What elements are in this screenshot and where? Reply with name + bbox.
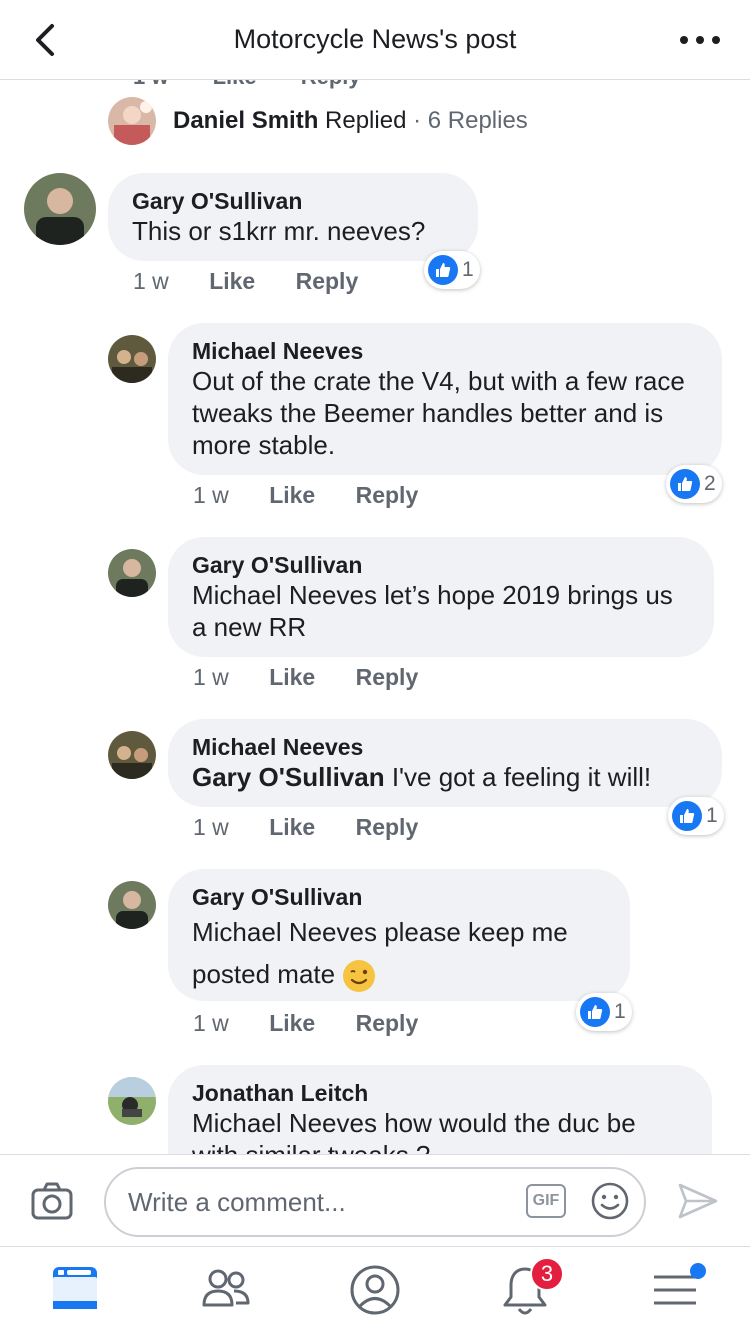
comment-author[interactable]: Jonathan Leitch (192, 1079, 688, 1107)
comment-text-body: Michael Neeves please keep me posted mat… (192, 917, 568, 989)
comment-bubble: Gary O'Sullivan Michael Neeves let’s hop… (168, 537, 714, 657)
profile-icon[interactable] (348, 1263, 404, 1319)
comment-bubble: Michael Neeves Out of the crate the V4, … (168, 323, 722, 475)
comment-actions: 1 w Like Reply (193, 1010, 452, 1037)
thumbs-up-icon (428, 255, 458, 285)
friends-icon[interactable] (198, 1263, 254, 1319)
comments-thread: 1 w Like Reply Daniel Smith Replied · 6 … (0, 80, 750, 1154)
comment-text: Michael Neeves please keep me posted mat… (192, 911, 606, 995)
avatar-michael-neeves[interactable] (108, 731, 156, 779)
like-button[interactable]: Like (269, 1010, 315, 1036)
reply-button[interactable]: Reply (356, 1010, 419, 1036)
previous-comment-actions: 1 w Like Reply (133, 80, 399, 90)
page-title: Motorcycle News's post (233, 24, 517, 54)
comment-text: This or s1krr mr. neeves? (132, 216, 426, 246)
comment-text: Out of the crate the V4, but with a few … (192, 366, 685, 460)
reaction-count[interactable]: 1 (668, 797, 724, 835)
replied-author: Daniel Smith (173, 107, 319, 134)
comment-time: 1 w (193, 482, 229, 508)
replies-count: · 6 Replies (413, 107, 528, 134)
comment-author[interactable]: Gary O'Sullivan (132, 187, 454, 215)
thumbs-up-icon (580, 997, 610, 1027)
avatar-michael-neeves[interactable] (108, 335, 156, 383)
thumbs-up-icon (670, 469, 700, 499)
reply-button[interactable]: Reply (356, 814, 419, 840)
gif-icon[interactable]: GIF (526, 1184, 566, 1218)
comment-actions: 1 w Like Reply (193, 482, 452, 509)
more-options-icon[interactable] (680, 26, 720, 54)
avatar-gary-osullivan[interactable] (24, 173, 96, 245)
comment-text: Michael Neeves let’s hope 2019 brings us… (192, 580, 673, 642)
avatar-daniel-smith[interactable] (108, 97, 156, 145)
bottom-tab-bar: 3 (0, 1246, 750, 1334)
comment-box: GIF (104, 1167, 646, 1237)
reaction-count[interactable]: 1 (576, 993, 632, 1031)
comment-text: Gary O'Sullivan I've got a feeling it wi… (192, 761, 698, 793)
emoji-icon[interactable] (590, 1181, 630, 1221)
comment-time: 1 w (193, 1010, 229, 1036)
avatar-jonathan-leitch[interactable] (108, 1077, 156, 1125)
comment-author[interactable]: Gary O'Sullivan (192, 551, 690, 579)
camera-icon[interactable] (30, 1181, 74, 1221)
previous-comment-like[interactable]: Like (213, 80, 257, 89)
like-button[interactable]: Like (209, 268, 255, 294)
comment-composer: GIF (0, 1154, 750, 1246)
comment-author[interactable]: Gary O'Sullivan (192, 883, 606, 911)
comment-input[interactable] (128, 1169, 508, 1235)
comment-author[interactable]: Michael Neeves (192, 337, 698, 365)
reaction-number: 1 (462, 258, 474, 281)
avatar-gary-osullivan[interactable] (108, 881, 156, 929)
comment-bubble: Michael Neeves Gary O'Sullivan I've got … (168, 719, 722, 807)
comment-bubble: Gary O'Sullivan Michael Neeves please ke… (168, 869, 630, 1001)
like-button[interactable]: Like (269, 482, 315, 508)
reaction-count[interactable]: 1 (424, 251, 480, 289)
news-feed-icon[interactable] (50, 1263, 106, 1319)
like-button[interactable]: Like (269, 814, 315, 840)
reaction-number: 1 (706, 804, 718, 827)
replied-label: Replied (325, 107, 407, 134)
comment-bubble: Gary O'Sullivan This or s1krr mr. neeves… (108, 173, 478, 261)
notifications-badge: 3 (530, 1257, 564, 1291)
comment-time: 1 w (193, 664, 229, 690)
thumbs-up-icon (672, 801, 702, 831)
comment-author[interactable]: Michael Neeves (192, 733, 698, 761)
top-bar: Motorcycle News's post (0, 0, 750, 80)
send-icon[interactable] (676, 1179, 720, 1223)
previous-comment-time: 1 w (133, 80, 168, 89)
comment-time: 1 w (193, 814, 229, 840)
comment-text: Michael Neeves how would the duc be with… (192, 1108, 636, 1154)
reply-button[interactable]: Reply (356, 482, 419, 508)
comment-actions: 1 w Like Reply (193, 664, 452, 691)
reaction-number: 1 (614, 1000, 626, 1023)
mention-link[interactable]: Gary O'Sullivan (192, 762, 385, 792)
reply-button[interactable]: Reply (296, 268, 359, 294)
avatar-gary-osullivan[interactable] (108, 549, 156, 597)
previous-comment-reply[interactable]: Reply (301, 80, 361, 89)
reaction-count[interactable]: 2 (666, 465, 722, 503)
comment-time: 1 w (133, 268, 169, 294)
winking-face-icon (343, 960, 376, 993)
comment-text-body: I've got a feeling it will! (384, 762, 652, 792)
reaction-number: 2 (704, 472, 716, 495)
comment-actions: 1 w Like Reply (193, 814, 452, 841)
reply-button[interactable]: Reply (356, 664, 419, 690)
menu-indicator-dot (690, 1263, 706, 1279)
replies-summary[interactable]: Daniel Smith Replied · 6 Replies (173, 107, 528, 135)
like-button[interactable]: Like (269, 664, 315, 690)
comment-actions: 1 w Like Reply (133, 268, 392, 295)
comment-bubble: Jonathan Leitch Michael Neeves how would… (168, 1065, 712, 1154)
